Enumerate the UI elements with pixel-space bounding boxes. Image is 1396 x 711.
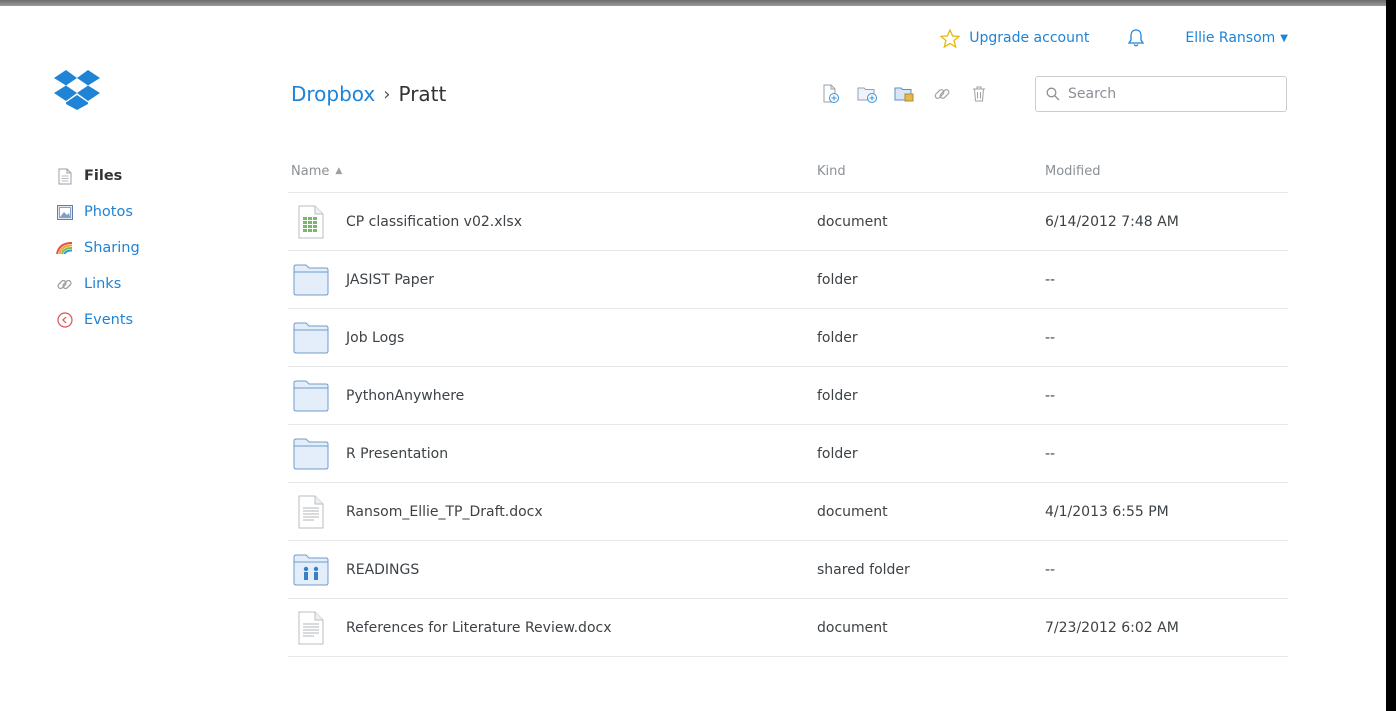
table-row[interactable]: READINGS shared folder --	[288, 541, 1288, 599]
file-modified: 7/23/2012 6:02 AM	[1045, 619, 1179, 636]
document-icon	[293, 609, 329, 647]
column-header-label: Modified	[1045, 163, 1101, 179]
file-kind: folder	[817, 387, 858, 404]
column-header-label: Kind	[817, 163, 846, 179]
table-row[interactable]: References for Literature Review.docx do…	[288, 599, 1288, 657]
notifications-bell-button[interactable]	[1127, 28, 1145, 48]
breadcrumb-current: Pratt	[398, 82, 447, 106]
link-icon	[56, 276, 73, 293]
caret-down-icon: ▼	[1280, 32, 1288, 44]
table-header: Name ▲ Kind Modified	[288, 150, 1288, 193]
search-icon	[1046, 87, 1060, 101]
file-name: CP classification v02.xlsx	[346, 213, 522, 230]
table-row[interactable]: Job Logs folder --	[288, 309, 1288, 367]
file-modified: --	[1045, 445, 1056, 462]
bell-icon	[1128, 29, 1145, 47]
share-link-icon	[934, 89, 950, 99]
new-shared-folder-icon	[894, 87, 914, 102]
sidebar-item-photos[interactable]: Photos	[56, 194, 216, 230]
file-name: PythonAnywhere	[346, 387, 465, 404]
sidebar-item-label: Photos	[84, 204, 133, 220]
file-modified: --	[1045, 271, 1056, 288]
sort-ascending-icon: ▲	[335, 166, 343, 176]
file-modified: --	[1045, 387, 1056, 404]
user-name: Ellie Ransom	[1185, 30, 1276, 46]
upload-file-button[interactable]	[820, 83, 842, 105]
file-modified: 4/1/2013 6:55 PM	[1045, 503, 1169, 520]
dropbox-logo-icon	[54, 70, 100, 110]
new-shared-folder-button[interactable]	[894, 83, 916, 105]
file-list-table: Name ▲ Kind Modified CP classification v…	[288, 150, 1288, 657]
upgrade-account-link[interactable]: Upgrade account	[940, 28, 1090, 48]
file-modified: --	[1045, 561, 1056, 578]
file-kind: document	[817, 213, 888, 230]
file-kind: folder	[817, 445, 858, 462]
column-header-label: Name	[291, 163, 330, 179]
photo-icon	[56, 204, 73, 221]
file-name: References for Literature Review.docx	[346, 619, 612, 636]
folder-icon	[293, 377, 329, 415]
sidebar-item-label: Files	[84, 168, 123, 184]
document-icon	[293, 493, 329, 531]
file-name: JASIST Paper	[346, 271, 435, 288]
dropbox-logo[interactable]	[54, 70, 100, 114]
file-name: Job Logs	[346, 329, 405, 346]
folder-icon	[293, 261, 329, 299]
sidebar-item-files[interactable]: Files	[56, 158, 216, 194]
upload-file-icon	[823, 84, 839, 103]
window-right-edge	[1386, 0, 1396, 711]
breadcrumb: Dropbox › Pratt	[291, 82, 446, 106]
file-toolbar	[820, 83, 1005, 105]
rainbow-icon	[56, 240, 73, 257]
sidebar-item-label: Events	[84, 312, 134, 328]
account-bar: Upgrade account Ellie Ransom ▼	[940, 28, 1288, 48]
search-box[interactable]	[1035, 76, 1287, 112]
star-icon	[940, 28, 961, 48]
file-kind: shared folder	[817, 561, 910, 578]
table-row[interactable]: R Presentation folder --	[288, 425, 1288, 483]
delete-button[interactable]	[968, 83, 990, 105]
table-row[interactable]: Ransom_Ellie_TP_Draft.docx document 4/1/…	[288, 483, 1288, 541]
spreadsheet-icon	[293, 203, 329, 241]
file-modified: 6/14/2012 7:48 AM	[1045, 213, 1179, 230]
column-header-kind[interactable]: Kind	[817, 164, 1045, 179]
new-folder-button[interactable]	[857, 83, 879, 105]
table-row[interactable]: PythonAnywhere folder --	[288, 367, 1288, 425]
file-kind: folder	[817, 329, 858, 346]
file-kind: document	[817, 619, 888, 636]
sidebar-item-events[interactable]: Events	[56, 302, 216, 338]
clock-icon	[56, 312, 73, 329]
column-header-modified[interactable]: Modified	[1045, 164, 1288, 179]
breadcrumb-separator: ›	[383, 83, 391, 105]
new-folder-icon	[857, 87, 877, 103]
breadcrumb-root-link[interactable]: Dropbox	[291, 82, 375, 106]
window-top-edge	[0, 0, 1386, 6]
folder-icon	[293, 435, 329, 473]
dropbox-page: Upgrade account Ellie Ransom ▼ Files Pho…	[0, 0, 1386, 711]
file-icon	[56, 168, 73, 185]
upgrade-account-label: Upgrade account	[969, 30, 1090, 46]
file-name: Ransom_Ellie_TP_Draft.docx	[346, 503, 543, 520]
sidebar-nav: Files Photos Sharing Links Events	[56, 158, 216, 338]
search-input[interactable]	[1066, 85, 1270, 103]
file-kind: document	[817, 503, 888, 520]
file-name: R Presentation	[346, 445, 449, 462]
sidebar-item-links[interactable]: Links	[56, 266, 216, 302]
table-row[interactable]: CP classification v02.xlsx document 6/14…	[288, 193, 1288, 251]
sidebar-item-sharing[interactable]: Sharing	[56, 230, 216, 266]
file-modified: --	[1045, 329, 1056, 346]
file-kind: folder	[817, 271, 858, 288]
file-name: READINGS	[346, 561, 420, 578]
column-header-name[interactable]: Name ▲	[288, 164, 817, 179]
sidebar-item-label: Sharing	[84, 240, 140, 256]
shared-folder-icon	[293, 551, 329, 589]
folder-icon	[293, 319, 329, 357]
user-menu-button[interactable]: Ellie Ransom ▼	[1185, 30, 1288, 46]
share-link-button[interactable]	[931, 83, 953, 105]
table-row[interactable]: JASIST Paper folder --	[288, 251, 1288, 309]
sidebar-item-label: Links	[84, 276, 122, 292]
trash-icon	[973, 86, 985, 102]
